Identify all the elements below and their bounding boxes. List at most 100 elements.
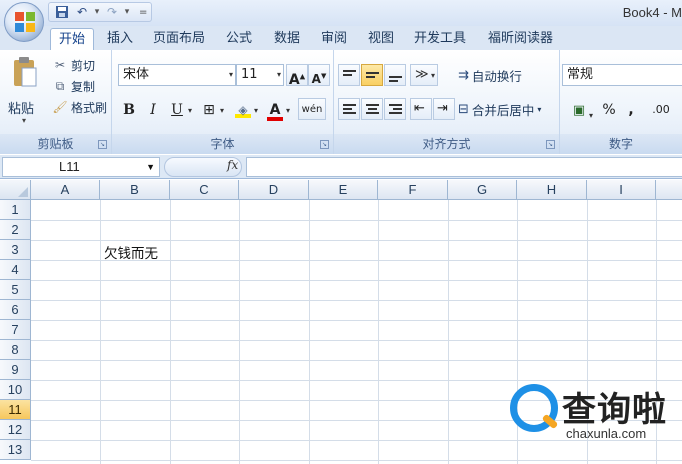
alignment-group: ≫ ▾ ⇉ 自动换行 ⇤ ⇥ ⊟ 合并后居中 ▾ 对齐方式 ↘ — [334, 50, 560, 154]
percent-style-button[interactable]: % — [598, 98, 620, 120]
tab-view[interactable]: 视图 — [360, 28, 402, 50]
row-header-7[interactable]: 7 — [0, 320, 31, 340]
merge-center-dropdown-icon[interactable]: ▾ — [537, 105, 541, 114]
borders-icon: ⊞ — [203, 102, 215, 118]
gridline — [31, 220, 682, 221]
increase-indent-button[interactable]: ⇥ — [433, 98, 455, 120]
row-header-11[interactable]: 11 — [0, 400, 31, 420]
column-header-partial[interactable] — [656, 180, 682, 200]
clipboard-launcher-icon[interactable]: ↘ — [98, 140, 107, 149]
align-center-button[interactable] — [361, 98, 383, 120]
format-painter-button[interactable]: 🖌 格式刷 — [52, 98, 107, 116]
window-title: Book4 - M — [622, 5, 682, 20]
accounting-format-button[interactable]: ▣ ▾ — [564, 98, 594, 120]
select-all-button[interactable] — [0, 180, 31, 200]
align-right-button[interactable] — [384, 98, 406, 120]
copy-button[interactable]: ⧉ 复制 — [52, 77, 95, 95]
formula-input[interactable] — [246, 157, 682, 177]
column-header-b[interactable]: B — [100, 180, 170, 200]
row-header-8[interactable]: 8 — [0, 340, 31, 360]
merge-center-button[interactable]: ⊟ 合并后居中 ▾ — [458, 98, 541, 120]
column-header-i[interactable]: I — [587, 180, 656, 200]
column-header-d[interactable]: D — [239, 180, 309, 200]
shrink-font-button[interactable]: A▼ — [308, 64, 330, 86]
tab-developer[interactable]: 开发工具 — [406, 28, 474, 50]
format-painter-label: 格式刷 — [71, 100, 108, 115]
font-size-select[interactable]: 11 ▾ — [236, 64, 284, 86]
decrease-indent-icon: ⇤ — [414, 101, 425, 116]
name-box-dropdown-icon[interactable]: ▼ — [146, 158, 155, 176]
office-button[interactable] — [4, 2, 44, 42]
name-box[interactable]: L11 ▼ — [2, 157, 160, 177]
redo-icon[interactable]: ↷ — [103, 4, 121, 20]
tab-insert[interactable]: 插入 — [99, 28, 141, 50]
gridline — [31, 360, 682, 361]
paste-button[interactable]: 粘贴 ▾ — [6, 56, 46, 126]
increase-decimal-button[interactable]: .00 — [644, 98, 678, 120]
comma-style-button[interactable]: , — [620, 98, 642, 120]
align-bottom-button[interactable] — [384, 64, 406, 86]
undo-dropdown-icon[interactable]: ▾ — [93, 7, 101, 17]
tab-data[interactable]: 数据 — [266, 28, 308, 50]
column-header-e[interactable]: E — [309, 180, 378, 200]
column-header-f[interactable]: F — [378, 180, 448, 200]
borders-button[interactable]: ⊞ — [198, 98, 220, 120]
phonetic-guide-button[interactable]: wén — [298, 98, 326, 120]
align-top-button[interactable] — [338, 64, 360, 86]
paste-dropdown-icon[interactable]: ▾ — [22, 116, 26, 125]
font-name-select[interactable]: 宋体 ▾ — [118, 64, 236, 86]
customize-qat-button[interactable]: = — [139, 7, 147, 18]
borders-dropdown-icon[interactable]: ▾ — [220, 106, 224, 115]
row-header-4[interactable]: 4 — [0, 260, 31, 280]
font-name-dropdown-icon: ▾ — [228, 70, 233, 79]
column-header-h[interactable]: H — [517, 180, 587, 200]
font-color-button[interactable]: A — [264, 98, 286, 121]
column-header-a[interactable]: A — [31, 180, 100, 200]
insert-function-icon[interactable]: fx — [227, 158, 238, 172]
row-header-5[interactable]: 5 — [0, 280, 31, 300]
row-header-9[interactable]: 9 — [0, 360, 31, 380]
tab-foxit-reader[interactable]: 福昕阅读器 — [480, 28, 561, 50]
row-header-1[interactable]: 1 — [0, 200, 31, 220]
number-format-select[interactable]: 常规 — [562, 64, 682, 86]
paste-icon — [14, 57, 37, 87]
tab-formulas[interactable]: 公式 — [218, 28, 260, 50]
undo-icon[interactable]: ↶ — [73, 4, 91, 20]
align-middle-button[interactable] — [361, 64, 383, 86]
underline-button[interactable]: U — [166, 98, 188, 120]
font-color-dropdown-icon[interactable]: ▾ — [286, 106, 290, 115]
grow-font-button[interactable]: A▲ — [286, 64, 308, 88]
row-header-3[interactable]: 3 — [0, 240, 31, 260]
format-painter-icon: 🖌 — [52, 100, 68, 114]
redo-dropdown-icon[interactable]: ▾ — [123, 7, 131, 17]
cut-button[interactable]: ✂ 剪切 — [52, 56, 95, 74]
row-header-13[interactable]: 13 — [0, 440, 31, 460]
font-launcher-icon[interactable]: ↘ — [320, 140, 329, 149]
fill-color-button[interactable]: ◈ — [232, 98, 254, 120]
tab-review[interactable]: 审阅 — [313, 28, 355, 50]
align-left-button[interactable] — [338, 98, 360, 120]
save-icon[interactable] — [53, 4, 71, 20]
cut-label: 剪切 — [71, 58, 96, 73]
orientation-button[interactable]: ≫ ▾ — [410, 64, 438, 86]
wrap-text-button[interactable]: ⇉ 自动换行 — [458, 64, 522, 86]
row-header-12[interactable]: 12 — [0, 420, 31, 440]
phonetic-guide-icon: wén — [301, 104, 323, 115]
merge-center-icon: ⊟ — [458, 101, 469, 117]
row-header-2[interactable]: 2 — [0, 220, 31, 240]
column-header-g[interactable]: G — [448, 180, 517, 200]
cell-b3[interactable]: 欠钱而无 — [104, 242, 158, 262]
gridline — [31, 240, 682, 241]
underline-dropdown-icon[interactable]: ▾ — [188, 106, 192, 115]
tab-home[interactable]: 开始 — [50, 28, 95, 50]
tab-page-layout[interactable]: 页面布局 — [145, 28, 213, 50]
column-header-c[interactable]: C — [170, 180, 239, 200]
italic-button[interactable]: I — [142, 98, 164, 120]
alignment-launcher-icon[interactable]: ↘ — [546, 140, 555, 149]
decrease-indent-button[interactable]: ⇤ — [410, 98, 432, 120]
bold-button[interactable]: B — [118, 98, 140, 120]
row-header-10[interactable]: 10 — [0, 380, 31, 400]
fill-color-dropdown-icon[interactable]: ▾ — [254, 106, 258, 115]
row-header-6[interactable]: 6 — [0, 300, 31, 320]
gridline — [31, 280, 682, 281]
